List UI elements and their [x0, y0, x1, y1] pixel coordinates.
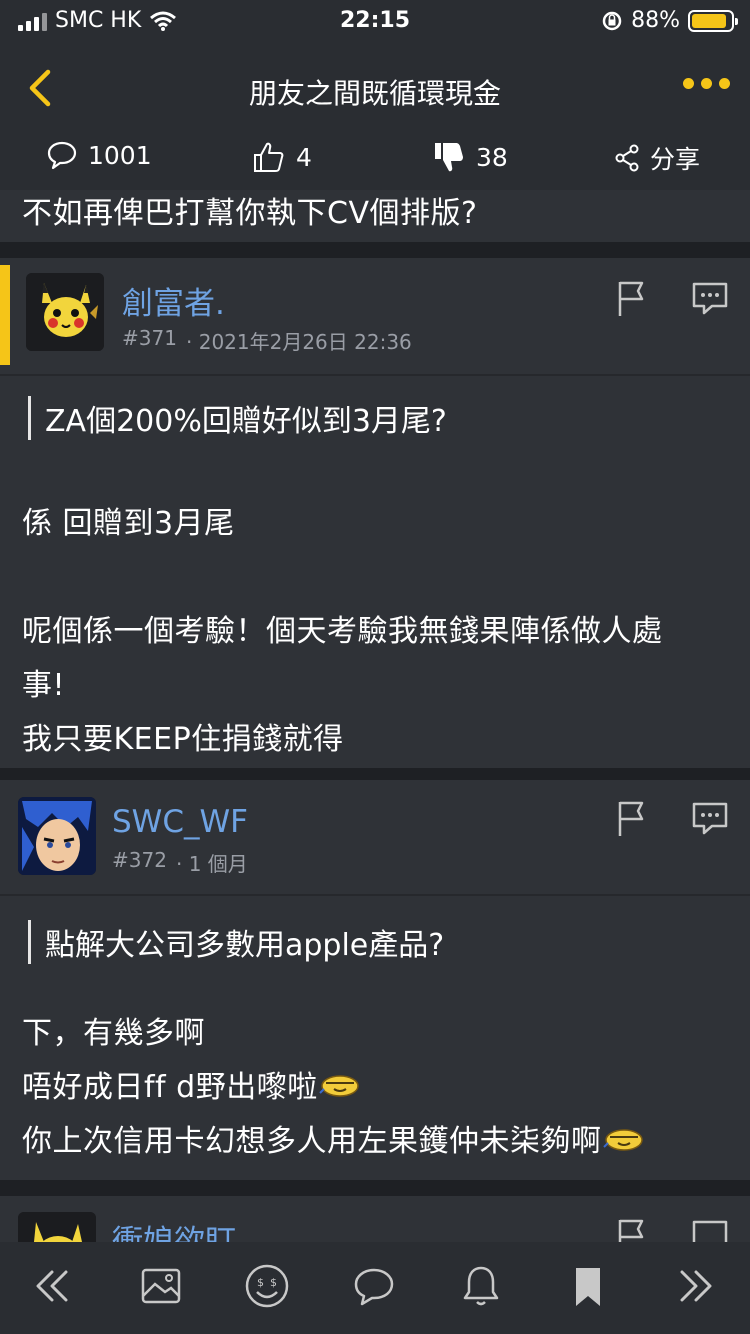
- header-divider: [0, 894, 750, 896]
- post-body-text: 你上次信用卡幻想多人用左果鑊仲未柒夠啊: [22, 1124, 602, 1159]
- first-page-icon[interactable]: [30, 1262, 78, 1310]
- comment-icon[interactable]: [350, 1262, 398, 1310]
- thumbs-down-icon: [435, 143, 463, 172]
- share-icon: [615, 144, 639, 172]
- dislike-button[interactable]: 38: [432, 140, 508, 174]
- page-title: 朋友之間既循環現金: [248, 77, 501, 110]
- post-card: 創富者. #371 · 2021年2月26日 22:36 ZA個200%回贈好似…: [0, 258, 750, 768]
- post-timestamp: · 2021年2月26日 22:36: [186, 330, 412, 354]
- pikachu-avatar-icon: [26, 273, 104, 351]
- post-body-text: 唔好成日ff d野出嚟啦: [22, 1070, 318, 1105]
- post-body-line: 不如再俾巴打幫你執下CV個排版?: [22, 196, 478, 231]
- status-right: 88%: [601, 8, 738, 33]
- post-number: #371: [122, 326, 177, 350]
- like-count: 4: [296, 142, 312, 172]
- rotation-lock-icon: [602, 11, 622, 30]
- flag-icon[interactable]: [612, 798, 652, 838]
- comment-icon: [47, 141, 77, 170]
- image-icon[interactable]: [137, 1262, 185, 1310]
- comment-count-button[interactable]: 1001: [46, 140, 152, 170]
- unread-marker: [0, 265, 10, 365]
- bottom-toolbar: $ $: [0, 1242, 750, 1334]
- previous-post-tail: 不如再俾巴打幫你執下CV個排版?: [0, 190, 750, 242]
- emoji-money-icon[interactable]: $ $: [243, 1262, 291, 1310]
- anime-avatar-icon: [18, 797, 96, 875]
- avatar[interactable]: [18, 1212, 96, 1242]
- quoted-text: ZA個200%回贈好似到3月尾?: [28, 396, 447, 440]
- status-bar: SMC HK 22:15 88%: [0, 0, 750, 44]
- comment-count: 1001: [88, 140, 152, 170]
- avatar[interactable]: [26, 273, 104, 351]
- dislike-count: 38: [476, 142, 508, 172]
- post-feed[interactable]: 不如再俾巴打幫你執下CV個排版? 創富者. #371 · 2021年2月26日 …: [0, 190, 750, 1242]
- post-body-line: 唔好成日ff d野出嚟啦: [22, 1062, 362, 1106]
- post-card: 衝娘欲盯: [0, 1196, 750, 1242]
- avatar[interactable]: [18, 797, 96, 875]
- reply-icon[interactable]: [690, 798, 730, 838]
- nav-bar: 朋友之間既循環現金: [0, 44, 750, 134]
- bell-icon[interactable]: [457, 1262, 505, 1310]
- flag-icon[interactable]: [612, 1216, 652, 1242]
- reply-icon[interactable]: [690, 1216, 730, 1242]
- emoji-icon: [318, 1075, 359, 1097]
- post-card: SWC_WF #372 · 1 個月 點解大公司多數用apple產品? 下，有幾…: [0, 780, 750, 1180]
- emoji-icon: [602, 1129, 643, 1151]
- post-timestamp: · 1 個月: [176, 852, 248, 876]
- last-page-icon[interactable]: [670, 1262, 718, 1310]
- post-body-line: 你上次信用卡幻想多人用左果鑊仲未柒夠啊: [22, 1116, 646, 1160]
- post-body-line: 下，有幾多啊: [22, 1016, 205, 1051]
- share-button[interactable]: 分享: [614, 140, 700, 176]
- like-button[interactable]: 4: [252, 140, 312, 174]
- thumbs-up-icon: [254, 142, 284, 172]
- username[interactable]: 創富者.: [122, 278, 225, 323]
- post-body-line: 我只要KEEP住捐錢就得: [22, 722, 344, 757]
- svg-text:$: $: [257, 1276, 264, 1289]
- post-body-line: 事!: [22, 668, 66, 703]
- pikachu-avatar-icon: [18, 1212, 96, 1242]
- quoted-text: 點解大公司多數用apple產品?: [28, 920, 444, 964]
- more-options-icon[interactable]: [683, 78, 730, 89]
- username[interactable]: SWC_WF: [112, 804, 248, 840]
- svg-text:$: $: [270, 1276, 277, 1289]
- username[interactable]: 衝娘欲盯: [112, 1216, 236, 1242]
- thread-action-bar: 1001 4 38 分享: [0, 134, 750, 190]
- share-label: 分享: [650, 145, 701, 174]
- bookmark-icon[interactable]: [564, 1262, 612, 1310]
- post-body-line: 呢個係一個考驗！個天考驗我無錢果陣係做人處: [22, 614, 663, 649]
- reply-icon[interactable]: [690, 278, 730, 318]
- flag-icon[interactable]: [612, 278, 652, 318]
- post-body-line: 係 回贈到3月尾: [22, 506, 235, 541]
- post-number: #372: [112, 848, 167, 872]
- battery-percent: 88%: [631, 8, 680, 33]
- battery-icon: [688, 9, 738, 32]
- header-divider: [0, 374, 750, 376]
